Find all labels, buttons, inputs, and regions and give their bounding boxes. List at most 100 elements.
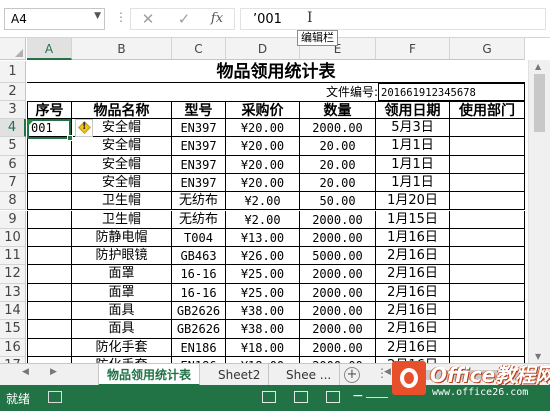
- row-header-16[interactable]: 16: [0, 338, 26, 357]
- row-header-11[interactable]: 11: [0, 247, 26, 266]
- doc-number-label[interactable]: 文件编号:: [318, 83, 378, 101]
- table-cell[interactable]: ¥38.00: [226, 320, 300, 339]
- table-cell[interactable]: ¥20.00: [226, 119, 300, 138]
- table-cell[interactable]: [27, 173, 72, 193]
- table-cell[interactable]: [450, 155, 525, 174]
- page-break-icon[interactable]: [326, 391, 340, 403]
- table-cell[interactable]: ¥20.00: [226, 155, 300, 174]
- tab-scroll-left-icon[interactable]: ◀: [22, 367, 29, 377]
- table-cell[interactable]: [450, 119, 525, 138]
- table-cell[interactable]: [450, 247, 525, 266]
- table-cell[interactable]: 卫生帽: [72, 192, 172, 211]
- table-cell[interactable]: ¥2.00: [226, 210, 300, 229]
- row-header-15[interactable]: 15: [0, 320, 26, 339]
- table-cell[interactable]: 2月16日: [376, 265, 450, 284]
- table-cell[interactable]: [450, 283, 525, 302]
- sheet-title[interactable]: 物品领用统计表: [27, 61, 525, 83]
- table-cell[interactable]: [450, 137, 525, 156]
- table-cell[interactable]: 2000.00: [300, 119, 376, 138]
- chevron-down-icon[interactable]: ▼: [94, 11, 101, 21]
- table-cell[interactable]: EN397: [172, 173, 226, 193]
- table-cell[interactable]: 面罩: [72, 265, 172, 284]
- table-header-cell[interactable]: 序号: [27, 101, 72, 119]
- table-cell[interactable]: GB2626: [172, 320, 226, 339]
- table-cell[interactable]: ¥38.00: [226, 302, 300, 321]
- zoom-out-icon[interactable]: −: [352, 388, 364, 404]
- vertical-scrollbar[interactable]: ▲ ▼: [528, 60, 550, 363]
- table-cell[interactable]: 安全帽: [72, 155, 172, 174]
- tab-sheet1[interactable]: 物品领用统计表: [98, 364, 201, 386]
- row-header-9[interactable]: 9: [0, 210, 26, 229]
- table-cell[interactable]: 防护眼镜: [72, 247, 172, 266]
- table-cell[interactable]: 2000.00: [300, 338, 376, 357]
- table-cell[interactable]: [450, 302, 525, 321]
- more-options-icon[interactable]: ⋮: [115, 10, 127, 24]
- select-all-button[interactable]: [0, 38, 26, 60]
- column-header-d[interactable]: D: [226, 38, 300, 60]
- table-cell[interactable]: 1月16日: [376, 228, 450, 248]
- table-cell[interactable]: ¥26.00: [226, 247, 300, 266]
- table-cell[interactable]: EN397: [172, 155, 226, 174]
- table-cell[interactable]: 无纺布: [172, 192, 226, 211]
- table-cell[interactable]: ¥2.00: [226, 192, 300, 211]
- tab-sheet3[interactable]: Shee ...: [278, 364, 341, 386]
- table-cell[interactable]: [27, 228, 72, 248]
- table-cell[interactable]: [450, 265, 525, 284]
- table-cell[interactable]: 面具: [72, 320, 172, 339]
- doc-number-value[interactable]: 201661912345678: [378, 83, 525, 101]
- table-cell[interactable]: 防化手套: [72, 338, 172, 357]
- insert-function-button[interactable]: fx: [205, 8, 229, 30]
- table-cell[interactable]: 1月1日: [376, 173, 450, 193]
- table-cell[interactable]: 20.00: [300, 173, 376, 193]
- name-box[interactable]: A4 ▼: [4, 8, 105, 30]
- table-cell[interactable]: 2000.00: [300, 228, 376, 248]
- table-header-cell[interactable]: 型号: [172, 101, 226, 119]
- table-cell[interactable]: ¥20.00: [226, 173, 300, 193]
- table-cell[interactable]: 安全帽: [72, 173, 172, 193]
- table-header-cell[interactable]: 数量: [300, 101, 376, 119]
- table-cell[interactable]: 5月3日: [376, 119, 450, 138]
- cancel-icon[interactable]: ✕: [136, 8, 160, 30]
- table-cell[interactable]: 2000.00: [300, 283, 376, 302]
- table-cell[interactable]: [450, 210, 525, 229]
- table-cell[interactable]: [27, 302, 72, 321]
- table-cell[interactable]: 2月16日: [376, 283, 450, 302]
- error-check-button[interactable]: !: [75, 119, 93, 137]
- table-cell[interactable]: 面罩: [72, 283, 172, 302]
- table-cell[interactable]: [27, 283, 72, 302]
- table-cell[interactable]: 面具: [72, 302, 172, 321]
- row-header-6[interactable]: 6: [0, 155, 26, 174]
- tab-sheet2[interactable]: Sheet2: [210, 364, 270, 386]
- column-header-c[interactable]: C: [172, 38, 226, 60]
- row-header-3[interactable]: 3: [0, 101, 26, 119]
- table-cell[interactable]: 16-16: [172, 265, 226, 284]
- formula-input[interactable]: ’001 I: [240, 8, 546, 30]
- table-cell[interactable]: 5000.00: [300, 247, 376, 266]
- row-header-2[interactable]: 2: [0, 83, 26, 101]
- row-header-8[interactable]: 8: [0, 192, 26, 211]
- table-cell[interactable]: T004: [172, 228, 226, 248]
- table-cell[interactable]: ¥25.00: [226, 265, 300, 284]
- table-header-cell[interactable]: 物品名称: [72, 101, 172, 119]
- table-cell[interactable]: 1月1日: [376, 155, 450, 174]
- table-cell[interactable]: EN186: [172, 338, 226, 357]
- column-header-b[interactable]: B: [72, 38, 172, 60]
- row-header-4[interactable]: 4: [0, 119, 26, 138]
- table-cell[interactable]: [27, 210, 72, 229]
- table-cell[interactable]: 2月16日: [376, 302, 450, 321]
- scroll-up-icon[interactable]: ▲: [535, 62, 541, 71]
- table-cell[interactable]: [27, 320, 72, 339]
- table-cell[interactable]: 2000.00: [300, 302, 376, 321]
- vertical-scroll-thumb[interactable]: [534, 74, 545, 132]
- table-cell[interactable]: EN397: [172, 137, 226, 156]
- table-cell[interactable]: [27, 247, 72, 266]
- table-cell[interactable]: GB463: [172, 247, 226, 266]
- worksheet-grid[interactable]: ABCDEFG 1234567891011121314151617 物品领用统计…: [0, 38, 550, 363]
- table-cell[interactable]: [27, 155, 72, 174]
- table-cell[interactable]: ¥18.00: [226, 338, 300, 357]
- table-header-cell[interactable]: 采购价: [226, 101, 300, 119]
- table-cell[interactable]: 20.00: [300, 137, 376, 156]
- table-cell[interactable]: [450, 228, 525, 248]
- column-header-f[interactable]: F: [376, 38, 450, 60]
- table-cell[interactable]: 2月16日: [376, 320, 450, 339]
